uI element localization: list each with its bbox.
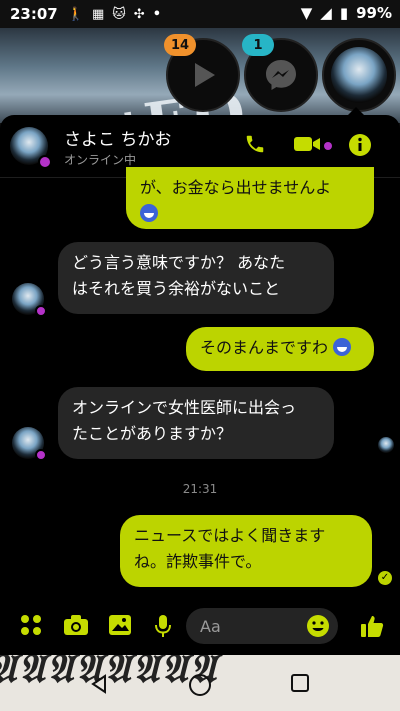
play-icon <box>195 63 215 87</box>
back-icon[interactable] <box>88 673 110 699</box>
contact-avatar <box>331 47 387 103</box>
message-outgoing[interactable]: が、お金なら出せませんよ <box>126 167 374 229</box>
contact-status: オンライン中 <box>64 153 137 167</box>
navigation-bar <box>0 665 400 705</box>
video-active-dot <box>324 142 332 150</box>
fan-icon: ✣ <box>133 6 145 22</box>
message-incoming[interactable]: オンラインで女性医師に出会っ たことがありますか？ <box>58 387 334 459</box>
message-text: が、お金なら出せませんよ <box>140 178 332 197</box>
phone-icon[interactable] <box>244 133 266 161</box>
message-incoming[interactable]: どう言う意味ですか？ あなた はそれを買う余裕がないこと <box>58 242 334 314</box>
laughing-emoji-icon <box>140 204 158 222</box>
delivered-check-icon: ✓ <box>378 571 392 585</box>
battery-icon: ▮ <box>339 4 349 22</box>
gallery-icon[interactable] <box>108 614 132 642</box>
emoji-icon[interactable] <box>306 614 330 638</box>
message-text: ニュースではよく聞きます <box>134 526 326 545</box>
message-input-placeholder: Aa <box>200 617 221 636</box>
status-time: 23:07 <box>10 5 58 23</box>
chat-head-messenger[interactable]: 1 <box>242 34 318 112</box>
apps-grid-icon[interactable] <box>20 614 42 642</box>
message-timestamp: 21:31 <box>182 482 218 496</box>
wifi-icon: ▼ <box>300 4 313 22</box>
message-text: はそれを買う余裕がないこと <box>72 279 281 298</box>
status-icons: 🚶 ▦ 🐱 ✣ • <box>68 7 161 22</box>
chat-head-youtube[interactable]: 14 <box>164 34 240 112</box>
read-receipt-avatar <box>378 437 394 453</box>
walk-icon: 🚶 <box>67 6 84 22</box>
cat-icon: 🐱 <box>112 6 126 22</box>
camera-icon[interactable] <box>63 614 89 642</box>
calendar-icon: ▦ <box>91 6 105 22</box>
composer-bar: Aa <box>0 600 400 655</box>
message-outgoing[interactable]: そのまんまですわ <box>186 327 374 371</box>
message-text: オンラインで女性医師に出会っ <box>72 398 297 417</box>
message-text: そのまんまですわ <box>200 338 329 357</box>
chat-head-contact[interactable] <box>322 38 396 112</box>
dot-icon: • <box>152 6 162 22</box>
online-indicator <box>35 449 47 461</box>
home-icon[interactable] <box>188 673 212 701</box>
message-text: どう言う意味ですか？ あなた <box>72 253 286 272</box>
battery-level: 99% <box>356 4 392 22</box>
status-bar: 23:07 🚶 ▦ 🐱 ✣ • ▼ ◢ ▮ 99% <box>0 0 400 28</box>
thumbs-up-icon[interactable] <box>360 614 384 644</box>
message-input[interactable]: Aa <box>186 608 338 644</box>
message-text: ね。詐欺事件で。 <box>134 552 262 571</box>
info-icon[interactable] <box>348 133 372 163</box>
recents-icon[interactable] <box>290 673 310 697</box>
messenger-icon <box>266 60 296 90</box>
unread-badge: 1 <box>242 34 274 56</box>
laughing-emoji-icon <box>333 338 352 356</box>
message-outgoing[interactable]: ニュースではよく聞きます ね。詐欺事件で。 <box>120 515 372 587</box>
message-text: たことがありますか？ <box>72 424 233 443</box>
signal-icon: ◢ <box>320 4 332 22</box>
chat-panel: さよこ ちかお オンライン中 が、お金なら出せませんよ どう言う意味ですか？ あ… <box>0 115 400 655</box>
unread-badge: 14 <box>164 34 196 56</box>
online-indicator <box>35 305 47 317</box>
contact-name[interactable]: さよこ ちかお <box>64 125 171 150</box>
microphone-icon[interactable] <box>154 614 172 644</box>
video-call-icon[interactable] <box>293 133 321 161</box>
online-indicator <box>38 155 52 169</box>
